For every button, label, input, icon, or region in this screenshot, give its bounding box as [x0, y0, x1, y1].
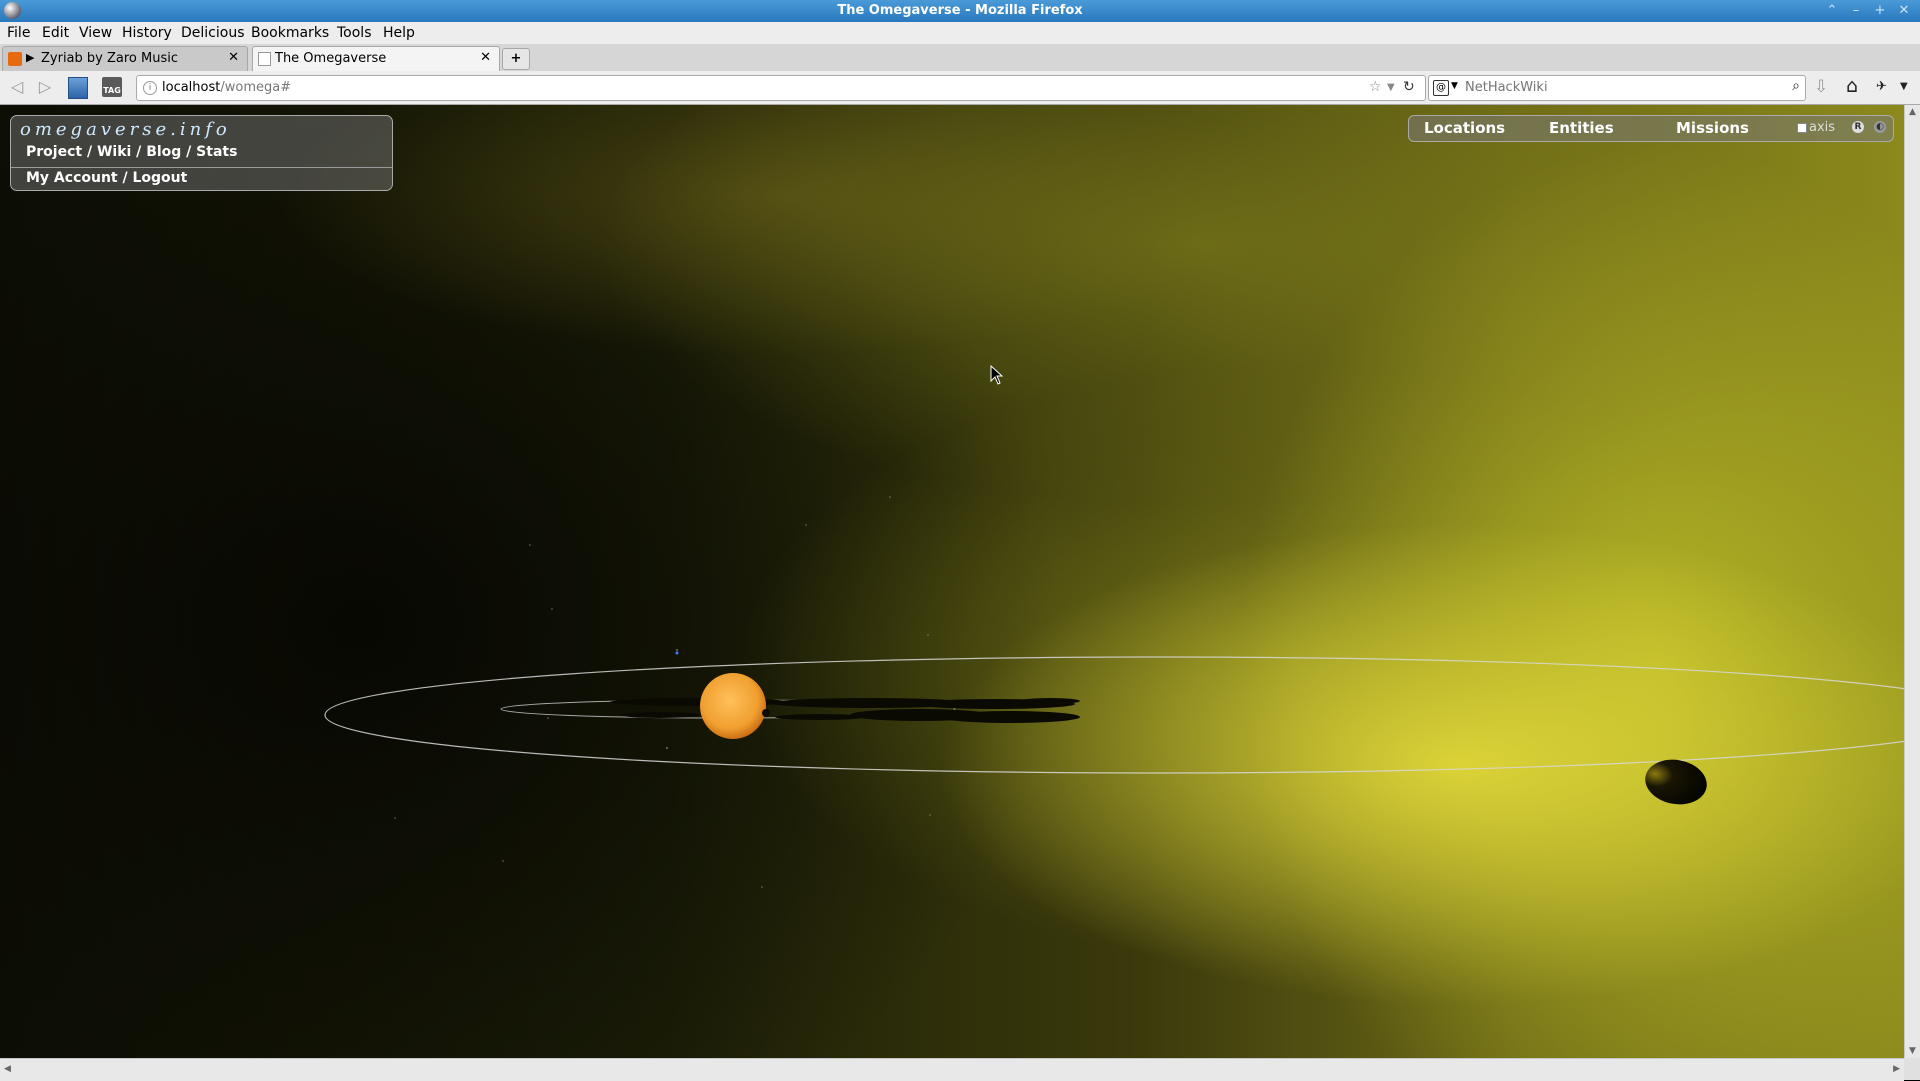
omegaverse-canvas[interactable]: omegaverse.info Project / Wiki / Blog / …: [0, 105, 1904, 1058]
axis-label: axis: [1809, 120, 1836, 135]
blue-marker: [675, 651, 679, 655]
url-dropdown-icon[interactable]: ▼: [1387, 82, 1395, 93]
back-button[interactable]: ◁: [6, 76, 28, 98]
window-maximize-button[interactable]: +: [1871, 2, 1889, 20]
blog-link[interactable]: Blog: [146, 144, 181, 160]
entities-menu-button[interactable]: Entities: [1549, 119, 1614, 137]
link-separator: /: [117, 170, 133, 186]
menu-bookmarks[interactable]: Bookmarks: [251, 25, 329, 41]
url-host: localhost: [162, 80, 221, 95]
at-sign-icon[interactable]: @: [1433, 80, 1449, 96]
tab-label: The Omegaverse: [275, 51, 387, 66]
site-identity-icon[interactable]: i: [143, 81, 157, 95]
scroll-right-icon[interactable]: ▶: [1893, 1064, 1900, 1074]
window-minimize-button[interactable]: –: [1847, 2, 1865, 20]
wiki-link[interactable]: Wiki: [97, 144, 131, 160]
axis-checkbox[interactable]: [1797, 123, 1807, 133]
site-logo[interactable]: omegaverse.info: [20, 119, 231, 140]
playing-indicator-icon: ▶: [26, 51, 35, 64]
blank-page-favicon-icon: [258, 52, 271, 66]
navigation-toolbar: ◁ ▷ TAG i localhost/womega# ☆ ▼ ↻ @ ▼ ⌕ …: [0, 71, 1920, 105]
site-links-row: Project / Wiki / Blog / Stats: [26, 144, 237, 160]
scroll-down-icon[interactable]: ▼: [1909, 1046, 1916, 1056]
tab-zyriab[interactable]: ▶ Zyriab by Zaro Music ✕: [2, 46, 248, 71]
url-path: /womega#: [220, 80, 292, 95]
settings-toggle-icon[interactable]: ◐: [1874, 121, 1886, 133]
home-icon[interactable]: ⌂: [1846, 75, 1858, 97]
window-shade-icon[interactable]: ⌃: [1823, 2, 1841, 20]
space-scene: [324, 496, 1904, 888]
mouse-cursor-icon: [990, 365, 1004, 385]
locations-menu-button[interactable]: Locations: [1424, 119, 1505, 137]
window-titlebar: The Omegaverse - Mozilla Firefox ⌃ – + ✕: [0, 0, 1920, 22]
link-separator: /: [131, 144, 147, 160]
tab-omegaverse[interactable]: The Omegaverse ✕: [252, 46, 500, 72]
vertical-scrollbar[interactable]: ▲ ▼: [1904, 105, 1920, 1058]
forward-button[interactable]: ▷: [34, 76, 56, 98]
url-bar[interactable]: i localhost/womega# ☆ ▼ ↻: [136, 75, 1426, 101]
horizontal-scrollbar[interactable]: ◀ ▶: [0, 1058, 1904, 1081]
download-arrow-icon[interactable]: ⇩: [1814, 77, 1828, 97]
menu-bar: File Edit View History Delicious Bookmar…: [0, 22, 1920, 45]
menu-edit[interactable]: Edit: [42, 25, 69, 41]
account-links-row: My Account / Logout: [26, 170, 187, 186]
tab-label: Zyriab by Zaro Music: [41, 51, 178, 66]
scroll-left-icon[interactable]: ◀: [4, 1064, 11, 1074]
logout-link[interactable]: Logout: [132, 170, 187, 186]
new-tab-button[interactable]: +: [502, 48, 530, 70]
background-stars: [394, 496, 931, 888]
tab-close-icon[interactable]: ✕: [480, 50, 491, 65]
bookmark-save-icon[interactable]: [66, 76, 88, 99]
menu-file[interactable]: File: [7, 25, 30, 41]
search-bar[interactable]: @ ▼ ⌕: [1428, 75, 1806, 101]
scroll-up-icon[interactable]: ▲: [1909, 107, 1916, 117]
bookmark-star-icon[interactable]: ☆: [1369, 79, 1382, 95]
menu-history[interactable]: History: [122, 25, 172, 41]
menu-view[interactable]: View: [79, 25, 112, 41]
panel-divider: [11, 167, 392, 168]
small-moon: [762, 709, 770, 717]
planet: [1645, 759, 1707, 805]
tab-strip: ▶ Zyriab by Zaro Music ✕ The Omegaverse …: [0, 44, 1920, 72]
window-close-button[interactable]: ✕: [1895, 2, 1913, 20]
reload-icon[interactable]: ↻: [1403, 79, 1415, 95]
project-link[interactable]: Project: [26, 144, 82, 160]
window-title: The Omegaverse - Mozilla Firefox: [837, 3, 1083, 18]
link-separator: /: [82, 144, 97, 160]
tag-icon[interactable]: TAG: [101, 76, 125, 98]
tab-close-icon[interactable]: ✕: [228, 50, 239, 65]
link-separator: /: [181, 144, 197, 160]
soundcloud-favicon-icon: [8, 52, 22, 66]
engine-dropdown-icon[interactable]: ▼: [1451, 81, 1458, 91]
menu-delicious[interactable]: Delicious: [181, 25, 245, 41]
my-account-link[interactable]: My Account: [26, 170, 118, 186]
toolbar-menu-dropdown-icon[interactable]: ▼: [1900, 81, 1908, 92]
menu-help[interactable]: Help: [383, 25, 415, 41]
scrollbar-corner: [1904, 1058, 1920, 1080]
menu-tools[interactable]: Tools: [337, 25, 372, 41]
registered-icon[interactable]: R: [1852, 121, 1864, 133]
game-menu-bar: Locations Entities Missions axis R ◐: [1408, 115, 1894, 142]
url-text[interactable]: localhost/womega#: [162, 80, 291, 95]
star: [700, 673, 766, 739]
addon-icon[interactable]: ✈: [1876, 79, 1887, 94]
search-magnifier-icon[interactable]: ⌕: [1792, 78, 1800, 94]
stats-link[interactable]: Stats: [196, 144, 237, 160]
search-input[interactable]: [1465, 80, 1765, 95]
missions-menu-button[interactable]: Missions: [1676, 119, 1749, 137]
asteroid-belt: [610, 698, 1080, 723]
site-nav-panel: omegaverse.info Project / Wiki / Blog / …: [10, 115, 393, 191]
